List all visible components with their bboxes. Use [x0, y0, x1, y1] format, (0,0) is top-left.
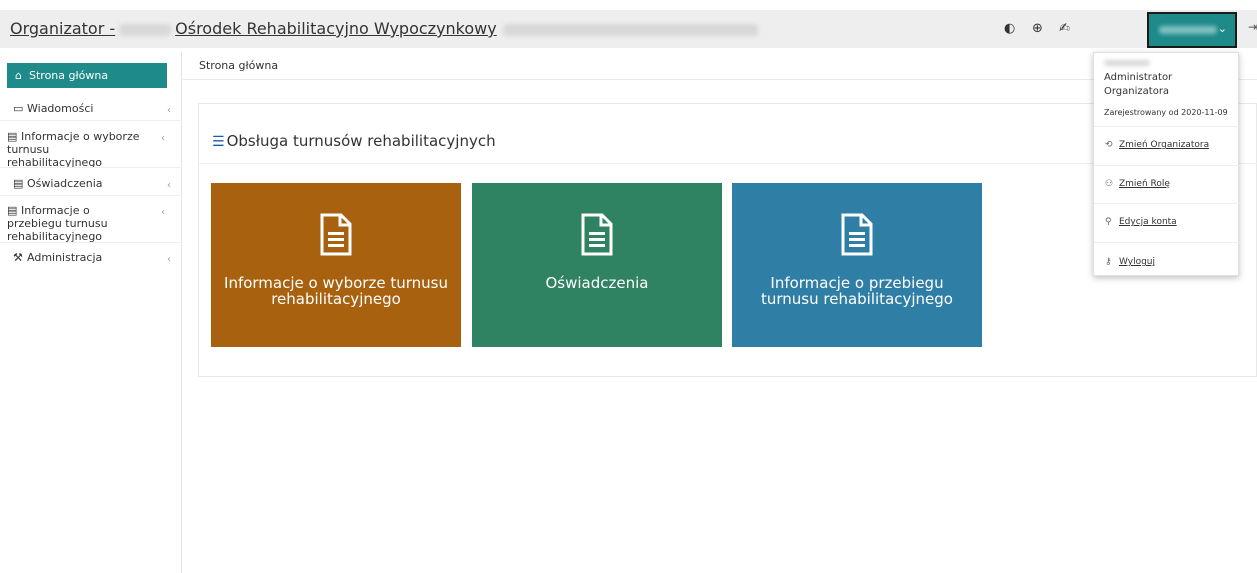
tile-statements[interactable]: Oświadczenia — [472, 183, 722, 347]
chevron-left-icon: ‹ — [167, 105, 171, 116]
logout-icon[interactable]: ⇥ — [1248, 20, 1257, 34]
sidebar-item-statements[interactable]: ▤ Oświadczenia ‹ — [13, 177, 187, 191]
sign-language-icon[interactable]: ✍ — [1059, 20, 1070, 38]
panel-title-text: Obsługa turnusów rehabilitacyjnych — [226, 132, 496, 150]
tile-choice-info[interactable]: Informacje o wyborze turnusu rehabilitac… — [211, 183, 461, 347]
file-icon: ▤ — [7, 204, 18, 217]
sidebar: ⌂ Strona główna ▭ Wiadomości ‹ ▤ Informacje… — [0, 52, 182, 573]
document-icon — [320, 213, 352, 256]
document-icon — [581, 213, 613, 256]
menu-item-change-organizer[interactable]: ⟲ Zmień Organizatora — [1105, 140, 1209, 150]
redacted-username — [1104, 60, 1150, 66]
chevron-left-icon: ‹ — [161, 133, 165, 144]
tile-label: Informacje o wyborze turnusu rehabilitac… — [224, 274, 448, 308]
chevron-left-icon: ‹ — [167, 254, 171, 265]
chevron-down-icon: ⌄ — [1217, 22, 1227, 35]
chevron-left-icon: ‹ — [161, 207, 165, 218]
sidebar-item-label: Strona główna — [29, 69, 109, 82]
user-dropdown-menu: Administrator Organizatora Zarejestrowan… — [1093, 52, 1240, 276]
tile-course-info[interactable]: Informacje o przebiegu turnusu rehabilit… — [732, 183, 982, 347]
redacted-id — [119, 23, 172, 36]
redacted-username — [1159, 26, 1217, 34]
sidebar-item-label: Informacje o przebiegu turnusu rehabilit… — [7, 204, 108, 243]
tile-label: Informacje o przebiegu turnusu rehabilit… — [761, 274, 953, 308]
sidebar-item-messages[interactable]: ▭ Wiadomości ‹ — [13, 102, 187, 116]
wrench-icon: ⚒ — [13, 251, 23, 264]
key-icon: ⚷ — [1105, 257, 1112, 267]
panel-title: ☰ Obsługa turnusów rehabilitacyjnych — [212, 132, 496, 150]
menu-item-edit-account[interactable]: ⚲ Edycja konta — [1105, 217, 1177, 227]
sidebar-item-course-info[interactable]: ▤ Informacje o przebiegu turnusu rehabili… — [7, 204, 165, 243]
home-icon: ⌂ — [15, 69, 22, 82]
app-title-link[interactable]: Organizator - Ośrodek Rehabilitacyjno Wyp… — [10, 19, 758, 38]
title-prefix: Organizator - — [10, 19, 116, 38]
user-icon: ⚲ — [1105, 217, 1112, 227]
menu-item-change-role[interactable]: ⚇ Zmień Rolę — [1105, 179, 1170, 189]
document-icon — [841, 213, 873, 256]
sidebar-item-label: Wiadomości — [27, 102, 94, 115]
breadcrumb: Strona główna — [199, 59, 279, 72]
sidebar-item-administration[interactable]: ⚒ Administracja ‹ — [13, 251, 187, 265]
contrast-icon[interactable]: ◐ — [1004, 20, 1015, 38]
list-icon: ☰ — [212, 134, 225, 150]
sidebar-item-choice-info[interactable]: ▤ Informacje o wyborze turnusu rehabilita… — [7, 130, 165, 169]
title-org: Ośrodek Rehabilitacyjno Wypoczynkowy — [175, 19, 497, 38]
user-menu-button[interactable]: ⌄ — [1147, 12, 1237, 48]
sidebar-item-label: Oświadczenia — [27, 177, 103, 190]
refresh-icon: ⟲ — [1105, 140, 1113, 150]
user-role: Administrator Organizatora — [1104, 72, 1173, 97]
sidebar-item-label: Administracja — [27, 251, 103, 264]
users-icon: ⚇ — [1105, 179, 1114, 189]
sidebar-item-label: Informacje o wyborze turnusu rehabilitac… — [7, 130, 140, 169]
sidebar-item-home[interactable]: ⌂ Strona główna — [7, 63, 167, 88]
chevron-left-icon: ‹ — [167, 180, 171, 191]
redacted-org-name — [502, 23, 758, 36]
tile-label: Oświadczenia — [545, 274, 649, 292]
file-icon: ▤ — [13, 177, 24, 190]
inbox-icon: ▭ — [13, 102, 24, 115]
registration-date: Zarejestrowany od 2020-11-09 — [1104, 108, 1228, 117]
top-bar: Organizator - Ośrodek Rehabilitacyjno Wyp… — [0, 10, 1257, 48]
zoom-icon[interactable]: ⊕ — [1032, 20, 1043, 38]
file-icon: ▤ — [7, 130, 18, 143]
menu-item-logout[interactable]: ⚷ Wyloguj — [1105, 257, 1155, 267]
